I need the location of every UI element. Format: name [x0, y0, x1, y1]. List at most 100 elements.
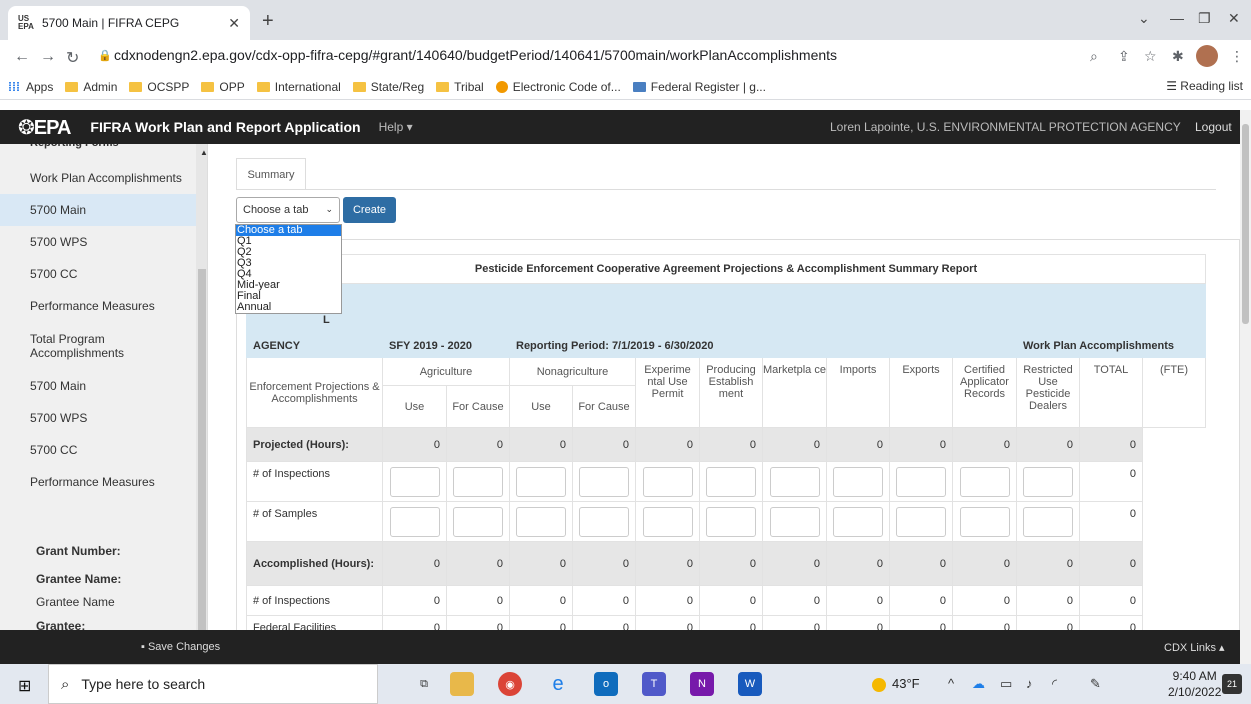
- row-label-federal: Federal Facilities: [246, 615, 383, 630]
- show-hidden-icons-icon[interactable]: ^: [948, 676, 954, 691]
- minimize-icon[interactable]: —: [1170, 10, 1184, 26]
- inspections-certified-input[interactable]: [959, 466, 1010, 497]
- create-button[interactable]: Create: [343, 197, 396, 223]
- samples-imports-input[interactable]: [833, 506, 883, 537]
- samples-exports-input[interactable]: [896, 506, 946, 537]
- samples-ag-use-input[interactable]: [389, 506, 440, 537]
- sidebar-item-5700-main[interactable]: 5700 Main: [0, 194, 196, 226]
- inspections-producing-input[interactable]: [706, 466, 756, 497]
- sidebar-item-5700-cc-2[interactable]: 5700 CC: [0, 434, 196, 466]
- sidebar-item-5700-main-2[interactable]: 5700 Main: [0, 370, 196, 402]
- help-menu[interactable]: Help ▾: [379, 120, 413, 134]
- menu-icon[interactable]: ⋮: [1230, 48, 1244, 65]
- sidebar-scroll-thumb[interactable]: [198, 269, 206, 630]
- choose-tab-dropdown[interactable]: Choose a tab Q1 Q2 Q3 Q4 Mid-year Final …: [235, 224, 342, 314]
- close-tab-icon[interactable]: ✕: [228, 15, 240, 32]
- samples-nonag-cause-input[interactable]: [579, 506, 629, 537]
- inspections-nonag-use-input[interactable]: [516, 466, 566, 497]
- bookmark-federal-register[interactable]: Federal Register | g...: [632, 80, 766, 94]
- dropdown-option[interactable]: Q3: [236, 258, 341, 269]
- dropdown-option[interactable]: Annual: [236, 302, 341, 313]
- sidebar-item-5700-wps-2[interactable]: 5700 WPS: [0, 402, 196, 434]
- save-changes-button[interactable]: ▪ Save Changes: [141, 641, 220, 653]
- sidebar-item-5700-cc[interactable]: 5700 CC: [0, 258, 196, 290]
- url-field[interactable]: cdxnodengn2.epa.gov/cdx-opp-fifra-cepg/#…: [114, 47, 837, 63]
- bookmark-ecfr[interactable]: Electronic Code of...: [495, 80, 621, 94]
- inspections-nonag-cause-input[interactable]: [579, 466, 629, 497]
- sidebar-item-work-plan-accomplishments[interactable]: Work Plan Accomplishments: [0, 162, 196, 194]
- inspections-experimental-input[interactable]: [642, 466, 693, 497]
- samples-certified-input[interactable]: [959, 506, 1010, 537]
- samples-experimental-input[interactable]: [642, 506, 693, 537]
- samples-nonag-use-input[interactable]: [516, 506, 566, 537]
- inspections-marketplace-input[interactable]: [769, 466, 820, 497]
- bookmark-opp[interactable]: OPP: [201, 80, 245, 94]
- inspections-imports-input[interactable]: [833, 466, 883, 497]
- onenote-icon[interactable]: N: [690, 672, 714, 696]
- page-scroll-thumb[interactable]: [1242, 124, 1249, 324]
- samples-ag-cause-input[interactable]: [453, 506, 503, 537]
- inspections-ag-cause-input[interactable]: [453, 466, 503, 497]
- bookmark-state-reg[interactable]: State/Reg: [352, 80, 424, 94]
- cdx-links-menu[interactable]: CDX Links ▴: [1164, 641, 1225, 654]
- inspections-restricted-input[interactable]: [1023, 466, 1073, 497]
- sidebar-item-reporting-forms[interactable]: Reporting Forms: [0, 144, 196, 150]
- dropdown-option[interactable]: Choose a tab: [236, 225, 341, 236]
- taskbar-search[interactable]: ⌕ Type here to search: [48, 664, 378, 704]
- bookmark-star-icon[interactable]: ☆: [1144, 48, 1157, 65]
- reading-list[interactable]: ☰ Reading list: [1166, 79, 1243, 93]
- inspections-ag-use-input[interactable]: [389, 466, 440, 497]
- app-title[interactable]: FIFRA Work Plan and Report Application: [90, 119, 360, 135]
- tab-search-icon[interactable]: ⌄: [1138, 10, 1150, 27]
- task-view-icon[interactable]: ⧉: [412, 672, 436, 696]
- share-icon[interactable]: ⇪: [1118, 48, 1130, 65]
- restore-icon[interactable]: ❐: [1198, 10, 1211, 27]
- pen-icon[interactable]: ✎: [1090, 676, 1101, 692]
- inspections-exports-input[interactable]: [896, 466, 946, 497]
- weather-widget[interactable]: 43°F: [872, 676, 920, 692]
- browser-tab[interactable]: US EPA 5700 Main | FIFRA CEPG ✕: [8, 6, 250, 40]
- bookmark-tribal[interactable]: Tribal: [436, 80, 484, 94]
- epa-logo[interactable]: ❂EPA: [18, 115, 71, 140]
- reload-icon[interactable]: ↻: [66, 48, 79, 68]
- extensions-icon[interactable]: ✱: [1172, 48, 1184, 65]
- system-clock[interactable]: 9:40 AM 2/10/2022: [1168, 668, 1221, 700]
- notifications-icon[interactable]: 21: [1222, 674, 1242, 694]
- bookmark-admin[interactable]: Admin: [65, 80, 117, 94]
- choose-tab-select[interactable]: Choose a tab ⌄: [236, 197, 340, 223]
- outlook-icon[interactable]: o: [594, 672, 618, 696]
- logout-link[interactable]: Logout: [1195, 120, 1232, 134]
- close-window-icon[interactable]: ✕: [1228, 10, 1240, 27]
- wifi-icon[interactable]: ◜: [1052, 676, 1057, 692]
- sidebar-item-performance-measures[interactable]: Performance Measures: [0, 290, 196, 322]
- back-icon[interactable]: ←: [14, 48, 30, 66]
- chrome-icon[interactable]: ◉: [498, 672, 522, 696]
- dropdown-option[interactable]: Q1: [236, 236, 341, 247]
- new-tab-icon[interactable]: +: [262, 10, 274, 33]
- onedrive-icon[interactable]: ☁: [972, 676, 985, 692]
- lock-icon[interactable]: 🔒: [98, 49, 112, 62]
- word-icon[interactable]: W: [738, 672, 762, 696]
- sidebar-item-total-program[interactable]: Total Program Accomplishments: [0, 326, 170, 366]
- bookmark-international[interactable]: International: [256, 80, 341, 94]
- samples-marketplace-input[interactable]: [769, 506, 820, 537]
- bookmark-apps[interactable]: ⁞⁞⁞ Apps: [8, 80, 53, 94]
- profile-avatar[interactable]: [1196, 45, 1218, 67]
- sidebar-item-5700-wps[interactable]: 5700 WPS: [0, 226, 196, 258]
- tab-summary[interactable]: Summary: [236, 158, 306, 190]
- network-icon[interactable]: ▭: [1000, 676, 1012, 692]
- dropdown-option[interactable]: Q2: [236, 247, 341, 258]
- file-explorer-icon[interactable]: [450, 672, 474, 696]
- scroll-up-icon[interactable]: ▲: [200, 148, 207, 157]
- teams-icon[interactable]: T: [642, 672, 666, 696]
- table-row: Accomplished (Hours): 000000000000: [246, 541, 1206, 586]
- volume-icon[interactable]: ♪: [1026, 676, 1033, 691]
- samples-restricted-input[interactable]: [1023, 506, 1073, 537]
- zoom-icon[interactable]: ⌕: [1090, 48, 1098, 65]
- windows-start-icon[interactable]: ⊞: [18, 676, 31, 696]
- bookmark-ocspp[interactable]: OCSPP: [129, 80, 189, 94]
- internet-explorer-icon[interactable]: e: [546, 672, 570, 696]
- samples-producing-input[interactable]: [706, 506, 756, 537]
- forward-icon[interactable]: →: [40, 48, 56, 66]
- sidebar-item-performance-measures-2[interactable]: Performance Measures: [0, 466, 196, 498]
